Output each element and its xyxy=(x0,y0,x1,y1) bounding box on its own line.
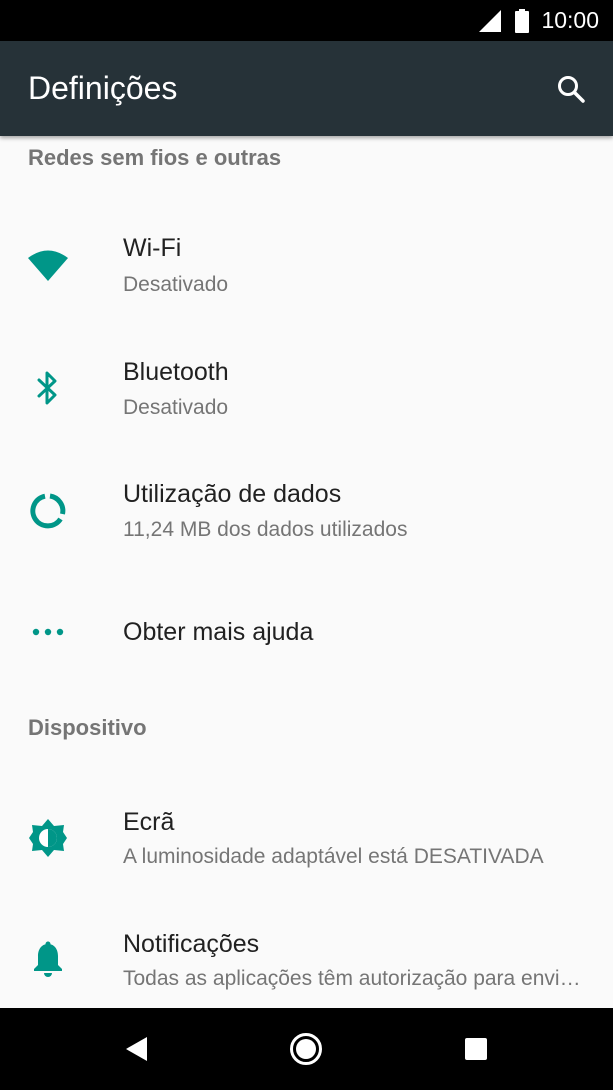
settings-item-summary: Desativado xyxy=(123,396,229,419)
brightness-icon xyxy=(24,814,72,862)
section-header-device: Dispositivo xyxy=(28,715,147,740)
settings-item-title: Ecrã xyxy=(123,808,175,836)
settings-item-summary: Desativado xyxy=(123,273,229,296)
settings-item-notifications[interactable]: Notificações Todas as aplicações têm aut… xyxy=(0,910,613,1008)
data-usage-icon xyxy=(24,487,72,535)
battery-icon xyxy=(515,8,530,33)
home-button[interactable] xyxy=(281,1024,331,1074)
page-title: Definições xyxy=(28,70,178,106)
bell-icon xyxy=(24,936,72,984)
recents-icon xyxy=(465,1038,487,1060)
status-time: 10:00 xyxy=(541,7,599,33)
settings-item-more-help[interactable]: Obter mais ajuda xyxy=(0,580,613,684)
settings-item-title: Bluetooth xyxy=(123,358,229,386)
wifi-icon xyxy=(24,241,72,289)
settings-item-title: Utilização de dados xyxy=(123,480,342,508)
settings-item-summary: A luminosidade adaptável está DESATIVADA xyxy=(123,845,544,868)
settings-item-display[interactable]: Ecrã A luminosidade adaptável está DESAT… xyxy=(0,786,613,896)
signal-icon xyxy=(479,9,502,32)
back-button[interactable] xyxy=(112,1024,162,1074)
settings-item-summary: Todas as aplicações têm autorização para… xyxy=(123,967,589,990)
bluetooth-icon xyxy=(24,364,72,412)
settings-item-title: Notificações xyxy=(123,930,260,958)
search-button[interactable] xyxy=(551,69,591,109)
search-icon xyxy=(556,74,586,104)
settings-item-bluetooth[interactable]: Bluetooth Desativado xyxy=(0,336,613,446)
settings-list: Redes sem fios e outras Wi-Fi Desativado… xyxy=(0,136,613,1008)
app-bar: Definições xyxy=(0,41,613,136)
settings-item-title: Wi-Fi xyxy=(123,234,182,262)
settings-item-wifi[interactable]: Wi-Fi Desativado xyxy=(0,212,613,322)
navigation-bar xyxy=(0,1008,613,1090)
section-header-wireless: Redes sem fios e outras xyxy=(28,145,282,170)
settings-item-summary: 11,24 MB dos dados utilizados xyxy=(123,518,408,541)
more-icon xyxy=(24,608,72,656)
status-bar: 10:00 xyxy=(0,0,613,41)
back-icon xyxy=(126,1037,148,1061)
home-icon xyxy=(289,1032,323,1066)
settings-item-title: Obter mais ajuda xyxy=(123,618,314,646)
status-icons: 10:00 xyxy=(479,0,599,41)
settings-item-data-usage[interactable]: Utilização de dados 11,24 MB dos dados u… xyxy=(0,458,613,568)
recents-button[interactable] xyxy=(451,1024,501,1074)
